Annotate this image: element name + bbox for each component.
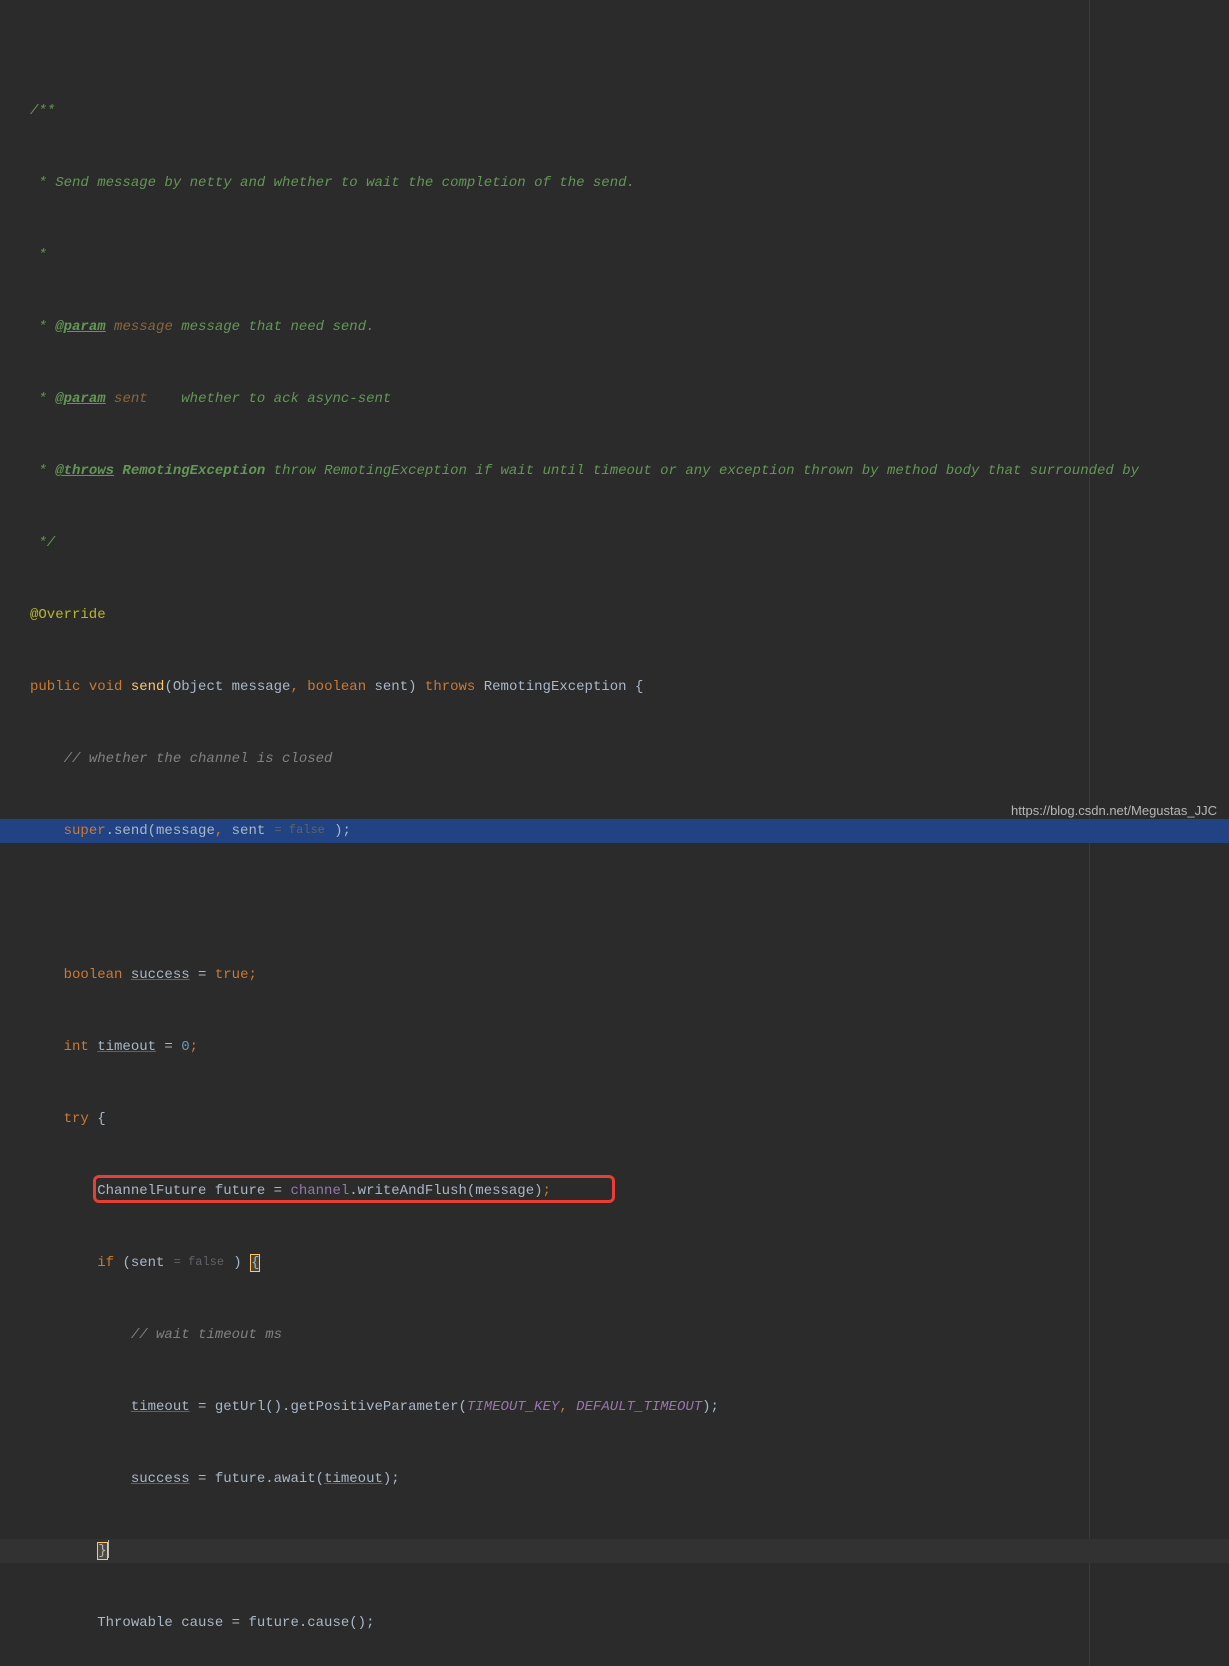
text-cursor: [108, 1540, 109, 1558]
code-line: *: [0, 243, 1229, 267]
code-line: @Override: [0, 603, 1229, 627]
code-line: try {: [0, 1107, 1229, 1131]
code-editor[interactable]: /** * Send message by netty and whether …: [0, 0, 1229, 1666]
code-line: // wait timeout ms: [0, 1323, 1229, 1347]
code-line: if (sent = false ) {: [0, 1251, 1229, 1275]
code-line-cursor: }: [0, 1539, 1229, 1563]
code-line: timeout = getUrl().getPositiveParameter(…: [0, 1395, 1229, 1419]
inlay-hint: = false: [265, 823, 334, 837]
code-line: success = future.await(timeout);: [0, 1467, 1229, 1491]
watermark: https://blog.csdn.net/Megustas_JJC: [1011, 799, 1217, 823]
code-line: */: [0, 531, 1229, 555]
code-line: * Send message by netty and whether to w…: [0, 171, 1229, 195]
code-line: public void send(Object message, boolean…: [0, 675, 1229, 699]
inlay-hint: = false: [164, 1255, 233, 1269]
code-line: * @param sent whether to ack async-sent: [0, 387, 1229, 411]
code-line: // whether the channel is closed: [0, 747, 1229, 771]
code-line: [0, 891, 1229, 915]
code-line: * @throws RemotingException throw Remoti…: [0, 459, 1229, 483]
code-line: ChannelFuture future = channel.writeAndF…: [0, 1179, 1229, 1203]
code-line: * @param message message that need send.: [0, 315, 1229, 339]
code-line: boolean success = true;: [0, 963, 1229, 987]
code-line: /**: [0, 99, 1229, 123]
code-line: Throwable cause = future.cause();: [0, 1611, 1229, 1635]
code-line: int timeout = 0;: [0, 1035, 1229, 1059]
